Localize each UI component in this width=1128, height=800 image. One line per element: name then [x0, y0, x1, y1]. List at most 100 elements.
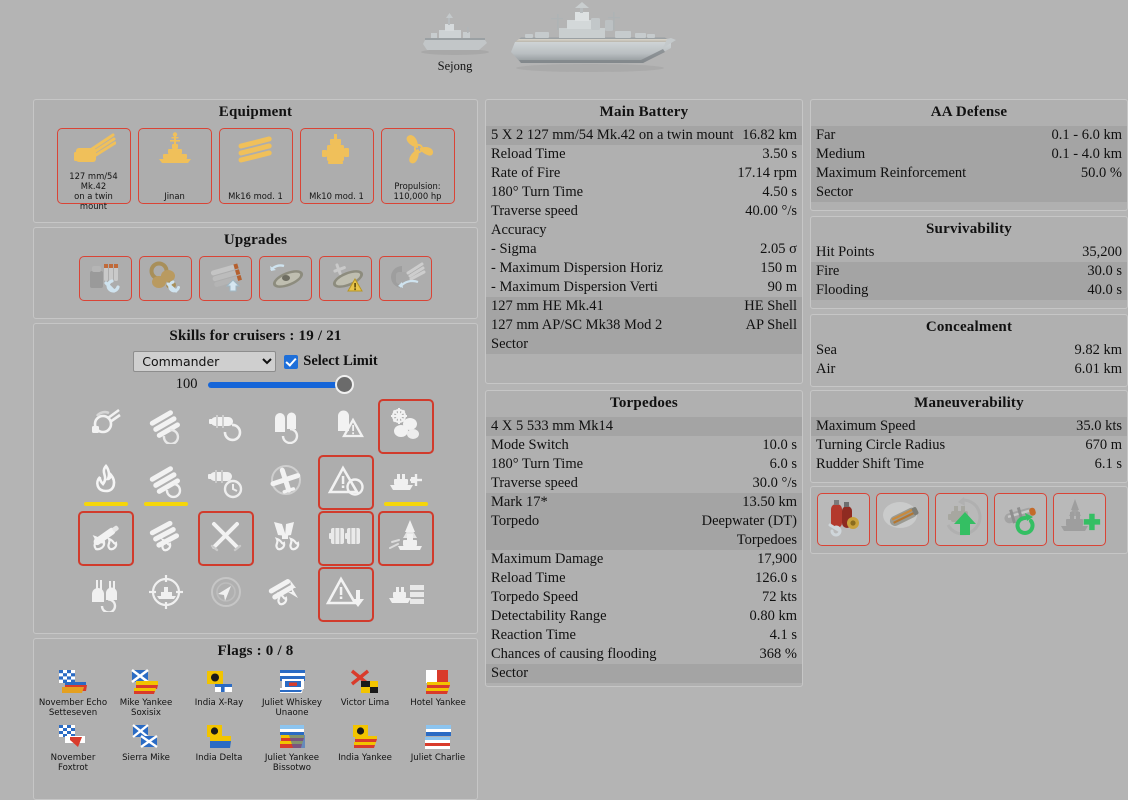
- torpedo-tubes-timer-icon: [206, 460, 246, 505]
- skill-alert-down[interactable]: [317, 567, 374, 622]
- skill-torpedo-damage[interactable]: [258, 567, 314, 622]
- flag-slot-8[interactable]: Sierra Mike: [111, 722, 182, 773]
- concealment-expert-icon: [386, 516, 426, 561]
- skill-vigilance[interactable]: [198, 567, 254, 622]
- shell-alert-icon: [326, 404, 366, 449]
- upgrade-slot-3[interactable]: [199, 256, 252, 301]
- upgrade-slot-1[interactable]: [79, 256, 132, 301]
- flag-label: India Yankee: [338, 753, 392, 763]
- stat-value: 30.0 °/s: [752, 475, 797, 491]
- select-limit-checkbox[interactable]: Select Limit: [284, 353, 378, 370]
- stat-row: Maximum Reinforcement 50.0 %: [811, 164, 1127, 183]
- skill-torpedo-armament-expertise[interactable]: [317, 511, 374, 566]
- consumable-slot-2[interactable]: [876, 493, 929, 546]
- flag-slot-1[interactable]: November Echo Setteseven: [38, 667, 109, 718]
- skill-torpedo-reload-booster[interactable]: [198, 399, 254, 454]
- skill-torpedo-tubes-timer[interactable]: [198, 455, 254, 510]
- skill-incoming-fire-alert[interactable]: [77, 511, 134, 566]
- flag-slot-2[interactable]: Mike Yankee Soxisix: [111, 667, 182, 718]
- stat-key: Detectability Range: [491, 608, 607, 624]
- flag-slot-5[interactable]: Victor Lima: [330, 667, 401, 718]
- consumable-slot-3[interactable]: [935, 493, 988, 546]
- concealment-panel: Concealment Sea 9.82 km Air 6.01 km: [810, 314, 1128, 387]
- stat-value: 17.14 rpm: [737, 165, 797, 181]
- skill-torpedo-acceleration[interactable]: [138, 455, 194, 510]
- equipment-slot-3[interactable]: Mk16 mod. 1: [218, 128, 293, 204]
- stat-key: Torpedo: [491, 513, 540, 529]
- torpedo-damage-icon: [266, 572, 306, 617]
- skill-ship-gun-boost[interactable]: [378, 455, 434, 510]
- skill-torpedo-fire[interactable]: [138, 511, 194, 566]
- stat-row: Sector: [811, 183, 1127, 202]
- stat-value: 10.0 s: [762, 437, 797, 453]
- stat-key: Reaction Time: [491, 627, 576, 643]
- maneuverability-title: Maneuverability: [914, 395, 1024, 411]
- flag-slot-9[interactable]: India Delta: [184, 722, 255, 773]
- main-battery-title: Main Battery: [599, 104, 689, 120]
- skill-points-slider-row[interactable]: 100: [34, 374, 477, 394]
- consumable-slot-4[interactable]: [994, 493, 1047, 546]
- stat-row: Mode Switch 10.0 s: [486, 436, 802, 455]
- consumable-slot-5[interactable]: [1053, 493, 1106, 546]
- stat-row: Detectability Range 0.80 km: [486, 607, 802, 626]
- vigilance-icon: [206, 572, 246, 617]
- flag-slot-10[interactable]: Juliet Yankee Bissotwo: [257, 722, 328, 773]
- upgrade-slot-4[interactable]: [259, 256, 312, 301]
- flags-panel: Flags : 0 / 8 November Echo Setteseven Mi…: [33, 638, 478, 800]
- upgrade-slot-2[interactable]: [139, 256, 192, 301]
- stat-key: Hit Points: [816, 244, 875, 260]
- skill-adrenaline-rush[interactable]: [78, 567, 134, 622]
- ship-armor-icon: [386, 572, 426, 617]
- skill-priority-target[interactable]: [78, 399, 134, 454]
- stat-value: HE Shell: [744, 298, 797, 314]
- skill-aircraft-detection[interactable]: [258, 455, 314, 510]
- main-battery-panel: Main Battery 5 X 2 127 mm/54 Mk.42 on a …: [485, 99, 803, 384]
- commander-select[interactable]: Commander: [133, 351, 277, 372]
- consumable-slot-1[interactable]: [817, 493, 870, 546]
- flag-slot-6[interactable]: Hotel Yankee: [403, 667, 474, 718]
- crossed-swords-icon: [206, 516, 246, 561]
- flag-slot-12[interactable]: Juliet Charlie: [403, 722, 474, 773]
- upgrade-slot-6[interactable]: [379, 256, 432, 301]
- skill-target-lock[interactable]: [138, 567, 194, 622]
- equipment-slot-5[interactable]: Propulsion: 110,000 hp: [380, 128, 455, 204]
- fire-control-icon: [315, 132, 359, 171]
- skill-consumables-enhancements[interactable]: [377, 399, 434, 454]
- equipment-slot-1[interactable]: 127 mm/54 Mk.42 on a twin mount: [56, 128, 131, 211]
- skill-underline-marker: [383, 502, 428, 506]
- equipment-slot-2[interactable]: Jinan: [137, 128, 212, 204]
- skill-radio-location[interactable]: [317, 455, 374, 510]
- skill-crossed-swords[interactable]: [197, 511, 254, 566]
- propeller-icon: [396, 132, 440, 171]
- skill-rudder-fire[interactable]: [258, 511, 314, 566]
- checkbox-checked-icon[interactable]: [284, 354, 299, 369]
- flag-november-echo-setteseven: [56, 667, 90, 697]
- flag-slot-7[interactable]: November Foxtrot: [38, 722, 109, 773]
- skill-shell-alert[interactable]: [318, 399, 374, 454]
- stat-key: Reload Time: [491, 146, 566, 162]
- slider-knob[interactable]: [334, 374, 354, 394]
- equipment-slot-label: Mk16 mod. 1: [228, 191, 283, 201]
- skill-concealment-expert[interactable]: [377, 511, 434, 566]
- stat-row: 127 mm HE Mk.41 HE Shell: [486, 297, 802, 316]
- stat-value: 0.1 - 6.0 km: [1051, 127, 1122, 143]
- stat-row: Traverse speed 30.0 °/s: [486, 474, 802, 493]
- stat-key: Reload Time: [491, 570, 566, 586]
- equipment-slot-4[interactable]: Mk10 mod. 1: [299, 128, 374, 204]
- flag-slot-4[interactable]: Juliet Whiskey Unaone: [257, 667, 328, 718]
- skill-gun-feeder[interactable]: [138, 399, 194, 454]
- skill-ship-armor[interactable]: [378, 567, 434, 622]
- flag-label: Victor Lima: [340, 698, 390, 708]
- equipment-tile-row: 127 mm/54 Mk.42 on a twin mount Jinan Mk16…: [34, 126, 477, 211]
- stat-value: 670 m: [1085, 437, 1122, 453]
- torpedoes-panel: Torpedoes 4 X 5 533 mm Mk14 Mode Switch 10…: [485, 390, 803, 687]
- aa-defense-table: Far 0.1 - 6.0 km Medium 0.1 - 4.0 km Maximum…: [811, 126, 1127, 202]
- skill-fire-prevention[interactable]: [78, 455, 134, 510]
- slider-track[interactable]: [207, 374, 354, 394]
- skill-ammo-swap[interactable]: [258, 399, 314, 454]
- flag-slot-3[interactable]: India X-Ray: [184, 667, 255, 718]
- equipment-slot-label: Propulsion: 110,000 hp: [393, 181, 442, 201]
- flag-slot-11[interactable]: India Yankee: [330, 722, 401, 773]
- stat-value: 40.00 °/s: [745, 203, 797, 219]
- upgrade-slot-5[interactable]: [319, 256, 372, 301]
